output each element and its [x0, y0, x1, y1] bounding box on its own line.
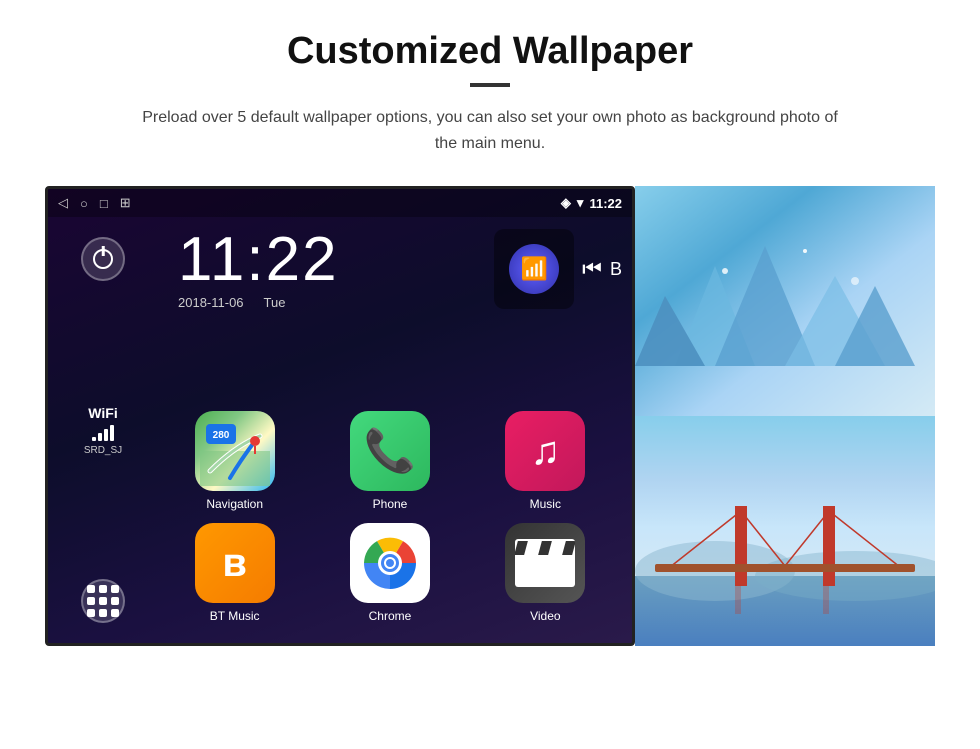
music-label: Music	[530, 497, 561, 511]
wallpaper-bridge[interactable]	[635, 416, 935, 646]
clapperboard-icon	[515, 539, 575, 587]
status-bar-left: ◁ ○ □ ⊞	[58, 195, 131, 211]
chrome-icon	[350, 523, 430, 603]
home-nav-icon[interactable]: ○	[80, 196, 88, 211]
bridge-wallpaper-svg	[635, 416, 935, 646]
phone-symbol: 📞	[364, 427, 416, 476]
recents-nav-icon[interactable]: □	[100, 196, 108, 211]
bridge-wallpaper-preview	[635, 416, 935, 646]
wifi-signal-icon: 📶	[520, 256, 547, 282]
power-icon	[93, 249, 113, 269]
app-chrome[interactable]: Chrome	[318, 523, 461, 623]
wallpaper-thumbnails	[635, 186, 935, 646]
nav-map-svg: 280	[200, 416, 270, 486]
back-nav-icon[interactable]: ◁	[58, 195, 68, 211]
svg-text:280: 280	[212, 430, 229, 441]
subtitle: Preload over 5 default wallpaper options…	[140, 105, 840, 156]
bluetooth-symbol: ʙ	[222, 541, 247, 586]
title-divider	[470, 83, 510, 87]
wifi-widget: WiFi SRD_SJ	[84, 405, 122, 456]
chrome-logo-svg	[362, 535, 418, 591]
left-sidebar: WiFi SRD_SJ	[48, 217, 158, 643]
wifi-bar-2	[98, 433, 102, 441]
phone-icon: 📞	[350, 411, 430, 491]
power-button[interactable]	[81, 237, 125, 281]
status-bar-right: ◈ ▾ 11:22	[561, 195, 622, 211]
top-widgets: 📶 ⏮ B	[494, 229, 622, 309]
clock-date-value: 2018-11-06	[178, 295, 244, 310]
wifi-label: WiFi	[84, 405, 122, 421]
android-screen: ◁ ○ □ ⊞ ◈ ▾ 11:22 WiFi	[45, 186, 635, 646]
phone-label: Phone	[373, 497, 408, 511]
location-icon: ◈	[561, 195, 571, 211]
app-video[interactable]: Video	[474, 523, 617, 623]
wallpaper-ice[interactable]	[635, 186, 935, 416]
chrome-label: Chrome	[369, 609, 412, 623]
status-bar: ◁ ○ □ ⊞ ◈ ▾ 11:22	[48, 189, 632, 217]
wifi-ssid: SRD_SJ	[84, 445, 122, 456]
video-label: Video	[530, 609, 560, 623]
music-icon: ♫	[505, 411, 585, 491]
clapper-body	[515, 557, 575, 587]
wifi-signal-widget: 📶	[509, 244, 559, 294]
page-title: Customized Wallpaper	[287, 30, 693, 73]
wifi-bar-3	[104, 429, 108, 441]
prev-track-button[interactable]: ⏮	[582, 256, 602, 282]
music-controls: ⏮ B	[582, 256, 622, 282]
wifi-widget-box: 📶	[494, 229, 574, 309]
apps-grid-button[interactable]	[81, 579, 125, 623]
clock-day-value: Tue	[264, 295, 286, 310]
app-phone[interactable]: 📞 Phone	[318, 411, 461, 511]
app-music[interactable]: ♫ Music	[474, 411, 617, 511]
ice-wallpaper-svg	[635, 186, 935, 416]
bt-music-icon: ʙ	[195, 523, 275, 603]
grid-icon	[87, 585, 119, 617]
navigation-label: Navigation	[206, 497, 263, 511]
clock-date: 2018-11-06 Tue	[178, 295, 285, 310]
wifi-bars	[84, 425, 122, 441]
nav-map: 280	[200, 416, 270, 486]
screenshot-icon[interactable]: ⊞	[120, 195, 131, 211]
signal-icon: ▾	[577, 195, 584, 211]
clapper-top	[515, 539, 575, 557]
track-label: B	[610, 259, 622, 280]
wifi-bar-4	[110, 425, 114, 441]
main-content: ◁ ○ □ ⊞ ◈ ▾ 11:22 WiFi	[40, 186, 940, 646]
app-grid: 280 Navigation 📞 Phone	[148, 401, 632, 643]
music-symbol: ♫	[530, 429, 560, 474]
wifi-bar-1	[92, 437, 96, 441]
app-navigation[interactable]: 280 Navigation	[163, 411, 306, 511]
app-bt-music[interactable]: ʙ BT Music	[163, 523, 306, 623]
navigation-icon: 280	[195, 411, 275, 491]
clock-time: 11:22	[178, 229, 339, 291]
video-icon	[505, 523, 585, 603]
status-time: 11:22	[589, 196, 622, 211]
bt-music-label: BT Music	[210, 609, 260, 623]
ice-wallpaper-preview	[635, 186, 935, 416]
